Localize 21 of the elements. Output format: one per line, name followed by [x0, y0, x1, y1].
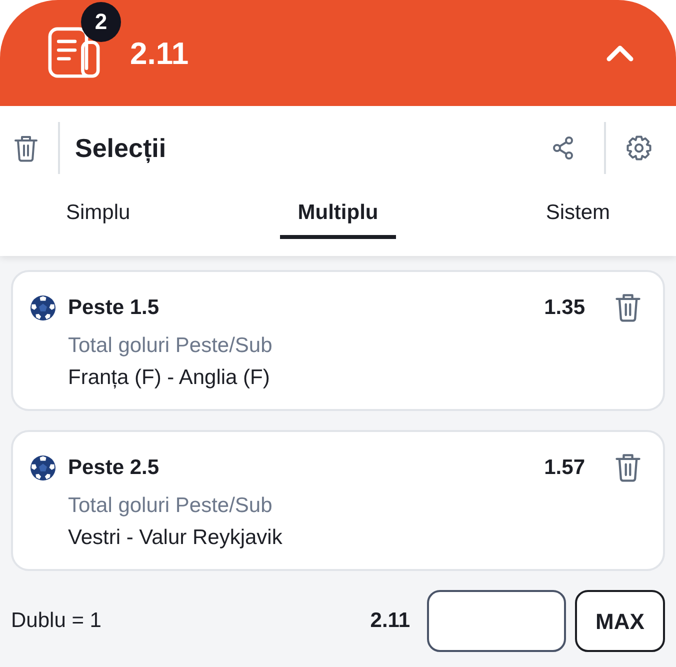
selection-name: Peste 2.5 — [68, 454, 160, 481]
total-odds: 2.11 — [130, 38, 189, 68]
selection-odds: 1.35 — [544, 294, 585, 321]
count-badge: 2 — [81, 2, 121, 42]
football-icon — [30, 454, 56, 481]
bet-type-tab[interactable]: Sistem — [528, 190, 628, 240]
selection-odds: 1.57 — [544, 454, 585, 481]
stake-input[interactable] — [427, 590, 566, 652]
total-odds: 2.11 — [370, 608, 410, 634]
betslip-icon — [48, 27, 100, 79]
market-name: Total goluri Peste/Sub — [68, 493, 274, 520]
football-icon — [30, 294, 56, 321]
bet-type-tab[interactable]: Simplu — [48, 190, 148, 240]
event-name: Vestri - Valur Reykjavik — [68, 524, 284, 551]
max-button[interactable]: MAX — [575, 590, 665, 652]
bet-type-tab[interactable]: Multiplu — [280, 190, 396, 240]
selection-name: Peste 1.5 — [68, 294, 160, 321]
combination-label: Dublu = 1 — [11, 608, 102, 634]
market-name: Total goluri Peste/Sub — [68, 333, 274, 360]
panel-title: Selecții — [75, 135, 166, 161]
event-name: Franța (F) - Anglia (F) — [68, 364, 271, 391]
